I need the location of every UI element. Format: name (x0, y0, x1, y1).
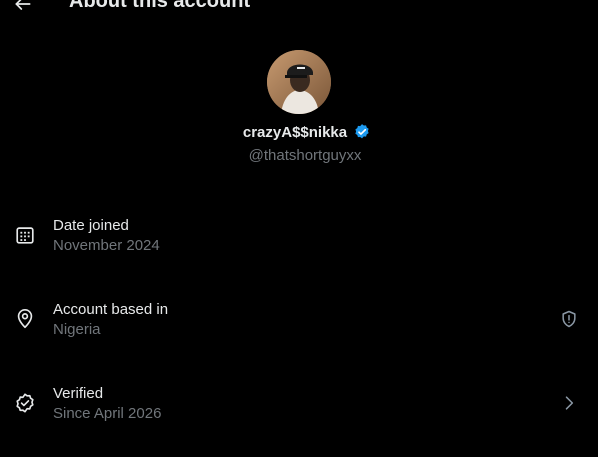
date-joined-row: Date joined November 2024 (0, 217, 598, 267)
verified-badge-icon (353, 123, 371, 141)
verified-value: Since April 2026 (53, 405, 162, 422)
page-title: About this account (69, 0, 251, 12)
shield-alert-icon[interactable] (558, 308, 580, 330)
location-pin-icon (14, 308, 36, 330)
profile-summary: crazyA$$nikka @thatshortguyxx (0, 50, 598, 164)
calendar-icon (14, 224, 36, 246)
verified-row[interactable]: Verified Since April 2026 (0, 385, 598, 435)
arrow-left-icon (15, 0, 31, 10)
display-name: crazyA$$nikka (242, 123, 348, 141)
account-based-row: Account based in Nigeria (0, 301, 598, 351)
chevron-right-icon[interactable] (558, 392, 580, 414)
account-based-label: Account based in (53, 301, 169, 318)
back-button[interactable] (11, 0, 35, 16)
avatar-image (267, 50, 331, 114)
avatar[interactable] (267, 50, 331, 114)
handle: @thatshortguyxx (248, 147, 362, 164)
date-joined-label: Date joined (53, 217, 129, 234)
name-row: crazyA$$nikka (0, 123, 598, 141)
verified-label: Verified (53, 385, 104, 402)
verified-check-icon (14, 392, 36, 414)
header-bar: About this account (0, 0, 598, 20)
account-based-value: Nigeria (53, 321, 101, 338)
date-joined-value: November 2024 (53, 237, 160, 254)
